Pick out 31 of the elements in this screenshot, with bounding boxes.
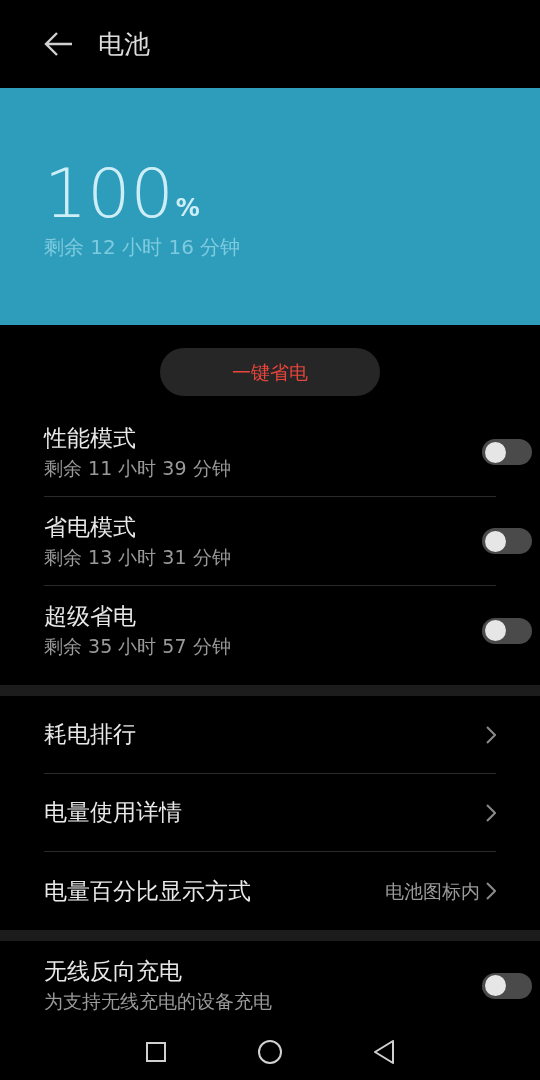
page-title: 电池 bbox=[98, 27, 150, 61]
back-triangle-icon[interactable] bbox=[374, 1040, 394, 1064]
chevron-right-icon bbox=[486, 882, 496, 900]
item-label: 耗电排行 bbox=[44, 720, 136, 750]
setting-title: 无线反向充电 bbox=[44, 957, 183, 986]
power-save-button[interactable]: 一键省电 bbox=[160, 348, 380, 396]
settings-item[interactable]: 电量百分比显示方式 电池图标内 bbox=[44, 852, 496, 930]
toggle-switch[interactable] bbox=[482, 972, 532, 999]
item-label: 电量百分比显示方式 bbox=[44, 876, 251, 906]
chevron-right-icon bbox=[486, 725, 496, 744]
setting-subtitle: 剩余 13 小时 31 分钟 bbox=[44, 545, 231, 570]
settings-item[interactable]: 耗电排行 bbox=[44, 696, 496, 774]
setting-title: 省电模式 bbox=[44, 512, 137, 542]
settings-item[interactable]: 电量使用详情 bbox=[44, 774, 496, 852]
toggle-switch[interactable] bbox=[482, 439, 532, 465]
toggle-switch[interactable] bbox=[482, 617, 532, 644]
chevron-right-icon bbox=[486, 803, 496, 822]
item-label: 电量使用详情 bbox=[44, 798, 182, 828]
setting-subtitle: 为支持无线充电的设备充电 bbox=[44, 990, 272, 1014]
setting-title: 性能模式 bbox=[44, 423, 137, 453]
remaining-time: 剩余 12 小时 16 分钟 bbox=[44, 233, 242, 261]
recents-icon[interactable] bbox=[146, 1042, 166, 1062]
setting-subtitle: 剩余 11 小时 39 分钟 bbox=[44, 456, 231, 481]
setting-title: 超级省电 bbox=[44, 602, 137, 631]
percent-sign: % bbox=[175, 192, 200, 224]
home-icon[interactable] bbox=[258, 1040, 282, 1064]
setting-subtitle: 剩余 35 小时 57 分钟 bbox=[44, 635, 231, 659]
toggle-switch[interactable] bbox=[482, 528, 532, 554]
item-value: 电池图标内 bbox=[385, 878, 480, 904]
back-icon[interactable] bbox=[44, 31, 74, 57]
battery-percent: 100 bbox=[44, 159, 174, 228]
